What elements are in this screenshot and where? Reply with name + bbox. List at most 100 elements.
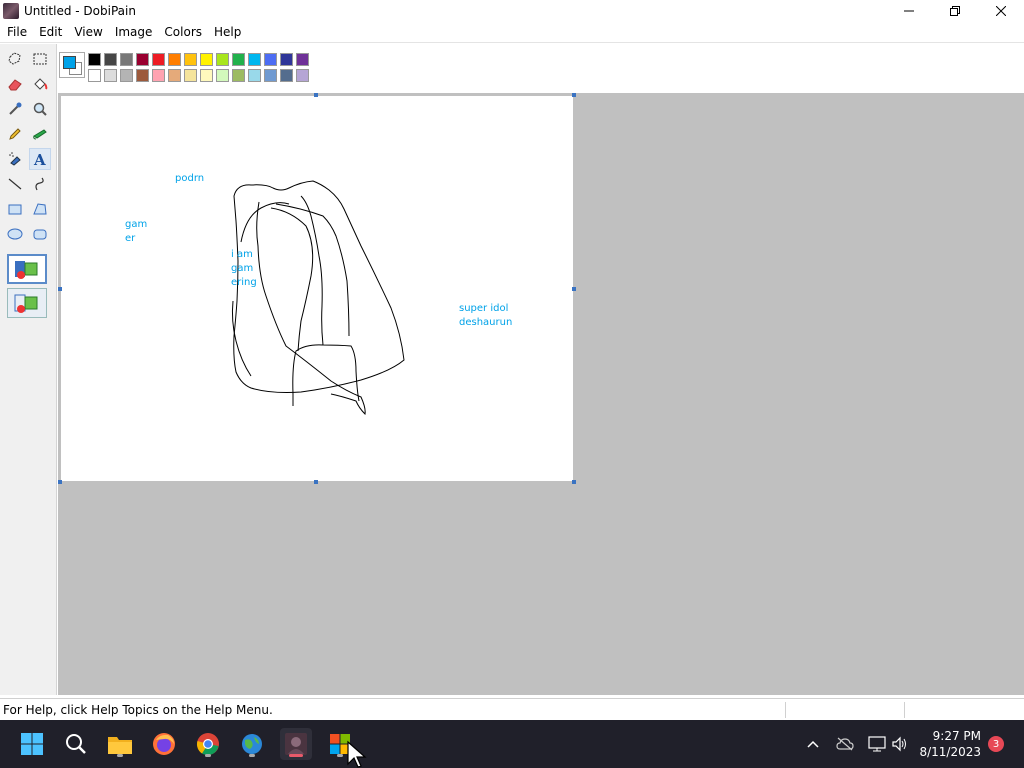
taskbar-file-explorer[interactable]	[104, 728, 136, 760]
palette-swatch[interactable]	[152, 53, 165, 66]
palette-swatch[interactable]	[264, 53, 277, 66]
opaque-mode-option[interactable]	[7, 254, 47, 284]
palette-swatch[interactable]	[120, 69, 133, 82]
palette-swatch[interactable]	[200, 53, 213, 66]
palette-swatch[interactable]	[200, 69, 213, 82]
tool-line[interactable]	[4, 173, 26, 195]
menu-image[interactable]: Image	[109, 22, 159, 43]
tray-network[interactable]	[867, 734, 887, 754]
palette-swatch[interactable]	[184, 53, 197, 66]
palette-swatch[interactable]	[280, 69, 293, 82]
resize-handle-bottom-left[interactable]	[58, 480, 62, 484]
tool-brush[interactable]	[29, 123, 51, 145]
taskbar-globe-app[interactable]	[236, 728, 268, 760]
tool-pencil[interactable]	[4, 123, 26, 145]
tool-color-picker[interactable]	[4, 98, 26, 120]
resize-handle-right[interactable]	[572, 287, 576, 291]
palette-swatch[interactable]	[88, 53, 101, 66]
notification-badge[interactable]: 3	[988, 736, 1004, 752]
window-controls	[886, 0, 1024, 22]
title-bar: Untitled - DobiPain	[0, 0, 1024, 22]
tool-airbrush[interactable]	[4, 148, 26, 170]
status-bar: For Help, click Help Topics on the Help …	[0, 698, 1024, 720]
palette-swatch[interactable]	[184, 69, 197, 82]
tool-rectangle[interactable]	[4, 198, 26, 220]
tool-polygon[interactable]	[29, 198, 51, 220]
rounded-rect-icon	[33, 229, 47, 240]
palette-swatch[interactable]	[216, 53, 229, 66]
transparent-mode-option[interactable]	[7, 288, 47, 318]
palette-swatch[interactable]	[152, 69, 165, 82]
search-icon	[66, 734, 86, 754]
canvas-text-2: gam er	[125, 219, 148, 244]
palette-swatch[interactable]	[88, 69, 101, 82]
clock[interactable]: 9:27 PM 8/11/2023	[919, 728, 981, 760]
canvas-text-1: podrn	[175, 173, 205, 184]
tray-onedrive[interactable]	[835, 734, 855, 754]
tool-magnifier[interactable]	[29, 98, 51, 120]
menu-colors[interactable]: Colors	[158, 22, 208, 43]
palette-swatch[interactable]	[216, 69, 229, 82]
start-button[interactable]	[16, 728, 48, 760]
current-colors[interactable]	[59, 52, 85, 78]
tool-text[interactable]: A	[29, 148, 51, 170]
canvas-text-4: super idol deshaurun	[459, 303, 513, 328]
dobipain-app-icon	[285, 733, 307, 755]
tool-fill[interactable]	[29, 73, 51, 95]
foreground-color[interactable]	[63, 56, 76, 69]
tray-volume[interactable]	[890, 734, 910, 754]
tool-rounded-rect[interactable]	[29, 223, 51, 245]
palette-swatch[interactable]	[248, 69, 261, 82]
fill-bucket-icon	[34, 78, 48, 90]
menu-edit[interactable]: Edit	[33, 22, 68, 43]
menu-view[interactable]: View	[68, 22, 108, 43]
tool-free-select[interactable]	[4, 48, 26, 70]
tool-curve[interactable]	[29, 173, 51, 195]
minimize-button[interactable]	[886, 0, 932, 22]
palette-swatch[interactable]	[168, 69, 181, 82]
workspace: podrn gam er i am gam ering super idol d…	[58, 93, 1024, 695]
taskbar-dobipain[interactable]	[280, 728, 312, 760]
menu-help[interactable]: Help	[208, 22, 247, 43]
tool-eraser[interactable]	[4, 73, 26, 95]
palette-swatch[interactable]	[232, 53, 245, 66]
rect-select-icon	[33, 53, 47, 65]
palette-swatch[interactable]	[120, 53, 133, 66]
resize-handle-top[interactable]	[314, 93, 318, 97]
taskbar-chrome[interactable]	[192, 728, 224, 760]
palette-swatch[interactable]	[136, 69, 149, 82]
shapes-transparent-icon	[14, 294, 38, 313]
palette-swatch[interactable]	[104, 53, 117, 66]
tool-ellipse[interactable]	[4, 223, 26, 245]
taskbar-firefox[interactable]	[148, 728, 180, 760]
running-indicator	[249, 754, 255, 757]
restore-icon	[950, 6, 960, 16]
resize-handle-left[interactable]	[58, 287, 62, 291]
palette-swatch[interactable]	[280, 53, 293, 66]
palette-swatch[interactable]	[264, 69, 277, 82]
search-button[interactable]	[60, 728, 92, 760]
drawing-canvas[interactable]: podrn gam er i am gam ering super idol d…	[61, 96, 573, 481]
palette-swatch[interactable]	[232, 69, 245, 82]
status-divider	[904, 702, 905, 718]
palette-swatch[interactable]	[136, 53, 149, 66]
volume-icon	[892, 736, 906, 752]
resize-handle-top-right[interactable]	[572, 93, 576, 97]
palette-swatch[interactable]	[296, 69, 309, 82]
menu-file[interactable]: File	[0, 22, 33, 43]
firefox-icon	[153, 733, 175, 755]
globe-app-icon	[242, 734, 262, 754]
text-icon: A	[33, 151, 46, 167]
resize-handle-bottom[interactable]	[314, 480, 318, 484]
palette-swatch[interactable]	[296, 53, 309, 66]
palette-swatch[interactable]	[248, 53, 261, 66]
palette-swatch[interactable]	[104, 69, 117, 82]
eraser-icon	[8, 79, 22, 91]
tray-overflow-button[interactable]	[803, 734, 823, 754]
resize-handle-bottom-right[interactable]	[572, 480, 576, 484]
mouse-cursor-icon	[347, 740, 367, 768]
close-button[interactable]	[978, 0, 1024, 22]
palette-swatch[interactable]	[168, 53, 181, 66]
maximize-button[interactable]	[932, 0, 978, 22]
tool-rect-select[interactable]	[29, 48, 51, 70]
